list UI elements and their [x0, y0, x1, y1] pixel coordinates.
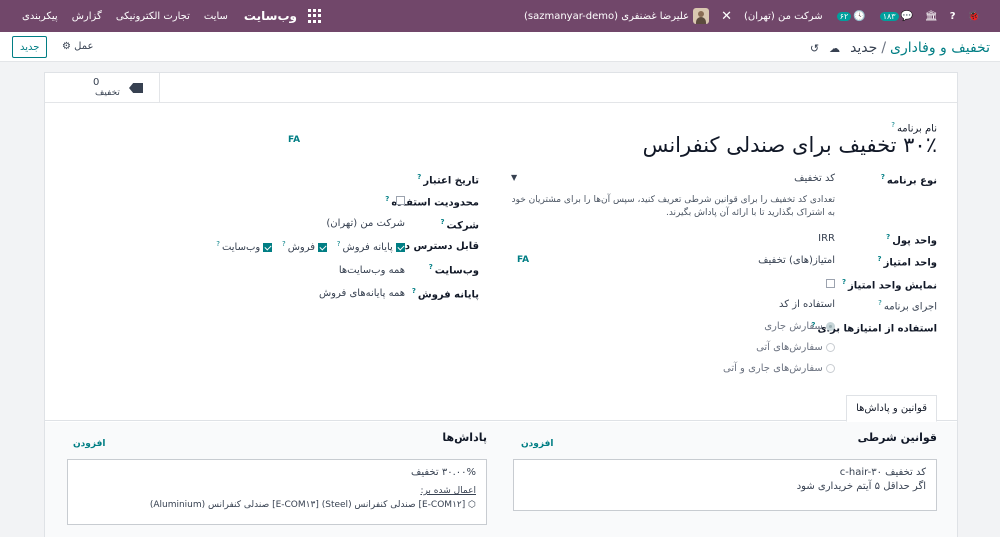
messages-button[interactable]: 💬 ۱۸۳ [878, 11, 913, 22]
cube-icon: ⬡ [468, 500, 476, 510]
website-value[interactable]: همه وب‌سایت‌ها [339, 265, 405, 276]
help-icon[interactable]: ? [950, 11, 956, 22]
action-label: عمل [74, 41, 94, 52]
rule-condition-line: اگر حداقل ۵ آیتم خریداری شود [796, 481, 926, 492]
action-button[interactable]: ⚙ عمل [62, 41, 93, 52]
menu-report[interactable]: گزارش [72, 11, 102, 22]
rules-add-link[interactable]: افزودن [521, 439, 553, 449]
rules-title: قوانین شرطی [857, 431, 937, 444]
program-name-input[interactable]: ۳۰٪ تخفیف برای صندلی کنفرانس [643, 133, 937, 157]
website-label: وب‌سایت? [428, 263, 479, 277]
breadcrumb-parent[interactable]: تخفیف و وفاداری [890, 40, 990, 56]
button-box: 0 تخفیف [45, 73, 957, 103]
limit-usage-checkbox[interactable] [396, 195, 405, 206]
top-navbar: وب‌سایت سایت تجارت الکترونیکی گزارش پیکر… [0, 0, 1000, 32]
tools-icon[interactable]: ✕ [721, 9, 732, 24]
company-switcher[interactable]: شرکت من (تهران) [744, 11, 823, 22]
dropdown-caret-icon[interactable]: ▼ [511, 173, 517, 182]
apply-option-future[interactable]: سفارش‌های آتی [756, 342, 835, 353]
cloud-save-icon[interactable]: ☁ [829, 42, 840, 55]
rule-code-line: کد تخفیف c-hair-۳۰ [839, 467, 926, 478]
notebook-tabs: قوانین و پاداش‌ها [45, 395, 957, 422]
breadcrumb-current: جدید [850, 40, 878, 56]
user-name: علیرضا غضنفری (sazmanyar-demo) [523, 10, 690, 22]
currency-label: واحد پول? [886, 233, 937, 247]
apply-option-current[interactable]: سفارش جاری [764, 321, 835, 332]
reward-products-line: ⬡ [E-COM۱۲] صندلی کنفرانس (Steel) [E-COM… [149, 500, 476, 510]
breadcrumb: تخفیف و وفاداری / جدید ☁ ↺ [810, 40, 990, 56]
apps-grid-icon[interactable] [307, 9, 321, 23]
bug-icon[interactable]: 🐞 [968, 11, 980, 22]
control-panel: تخفیف و وفاداری / جدید ☁ ↺ جدید ⚙ عمل [0, 32, 1000, 62]
show-points-label: نمایش واحد امتیاز? [841, 278, 937, 292]
menu-config[interactable]: پیکربندی [22, 11, 58, 22]
building-icon[interactable]: 🏛 [925, 11, 938, 22]
rewards-add-link[interactable]: افزودن [73, 439, 105, 449]
reward-applied-label: اعمال شده بر: [420, 486, 476, 496]
activity-count: ۶۲ [836, 11, 852, 21]
new-button[interactable]: جدید [12, 36, 48, 58]
pos-value[interactable]: همه پایانه‌های فروش [319, 288, 405, 299]
program-type-help: تعدادی کد تخفیف را برای قوانین شرطی تعری… [511, 195, 835, 218]
discard-icon[interactable]: ↺ [810, 42, 819, 55]
avatar [693, 8, 710, 24]
pos-label: پایانه فروش? [411, 287, 479, 301]
reward-discount-line: ۳۰.۰۰% تخفیف [410, 467, 476, 478]
navbar-systray: 🐞 ? 🏛 💬 ۱۸۳ 🕓 ۶۲ شرکت من (تهران) ✕ علیرض… [524, 8, 992, 24]
available-on-label: قابل دسترس در [399, 241, 479, 252]
points-unit-lang[interactable]: FA [517, 255, 529, 265]
trigger-value[interactable]: استفاده از کد [779, 299, 835, 310]
messages-count: ۱۸۳ [879, 11, 899, 21]
rewards-title: پاداش‌ها [442, 431, 487, 444]
app-brand[interactable]: وب‌سایت [244, 9, 297, 23]
tag-icon [129, 83, 143, 93]
coupons-stat-button[interactable]: 0 تخفیف [45, 73, 160, 103]
rule-card[interactable]: کد تخفیف c-hair-۳۰ اگر حداقل ۵ آیتم خرید… [513, 459, 937, 511]
trigger-label: اجرای برنامه? [878, 299, 937, 313]
points-unit-input[interactable]: امتیاز(های) تخفیف [758, 255, 835, 266]
currency-value[interactable]: IRR [818, 233, 835, 244]
breadcrumb-separator: / [881, 40, 887, 56]
available-sales-checkbox[interactable]: فروش? [282, 240, 328, 253]
chat-icon: 💬 [900, 10, 914, 22]
navbar-menu: وب‌سایت سایت تجارت الکترونیکی گزارش پیکر… [8, 9, 321, 23]
available-on-options: پایانه فروش? فروش? وب‌سایت? [216, 240, 405, 253]
available-pos-checkbox[interactable]: پایانه فروش? [337, 240, 405, 253]
program-name-lang[interactable]: FA [288, 135, 300, 145]
reward-card[interactable]: ۳۰.۰۰% تخفیف اعمال شده بر: ⬡ [E-COM۱۲] ص… [67, 459, 487, 525]
form-sheet: 0 تخفیف نام برنامه? ۳۰٪ تخفیف برای صندلی… [44, 72, 958, 537]
validity-label: تاریخ اعتبار? [417, 173, 479, 187]
company-value[interactable]: شرکت من (تهران) [326, 218, 405, 229]
program-type-label: نوع برنامه? [880, 173, 937, 187]
menu-site[interactable]: سایت [204, 11, 228, 22]
coupons-label: تخفیف [95, 88, 120, 98]
program-type-select[interactable]: کد تخفیف [794, 173, 835, 184]
apply-option-both[interactable]: سفارش‌های جاری و آتی [723, 363, 835, 374]
clock-icon: 🕓 [853, 10, 866, 22]
menu-ecommerce[interactable]: تجارت الکترونیکی [116, 11, 190, 22]
show-points-checkbox[interactable] [826, 278, 835, 289]
tab-rules-rewards[interactable]: قوانین و پاداش‌ها [846, 395, 937, 422]
gear-icon: ⚙ [62, 41, 71, 52]
coupons-count: 0 [93, 77, 100, 88]
available-website-checkbox[interactable]: وب‌سایت? [216, 240, 273, 253]
points-unit-label: واحد امتیاز? [877, 255, 937, 269]
company-label: شرکت? [440, 218, 479, 232]
user-menu[interactable]: علیرضا غضنفری (sazmanyar-demo) [523, 8, 710, 24]
activity-button[interactable]: 🕓 ۶۲ [835, 11, 866, 22]
help-tooltip-icon[interactable]: ? [891, 121, 895, 129]
